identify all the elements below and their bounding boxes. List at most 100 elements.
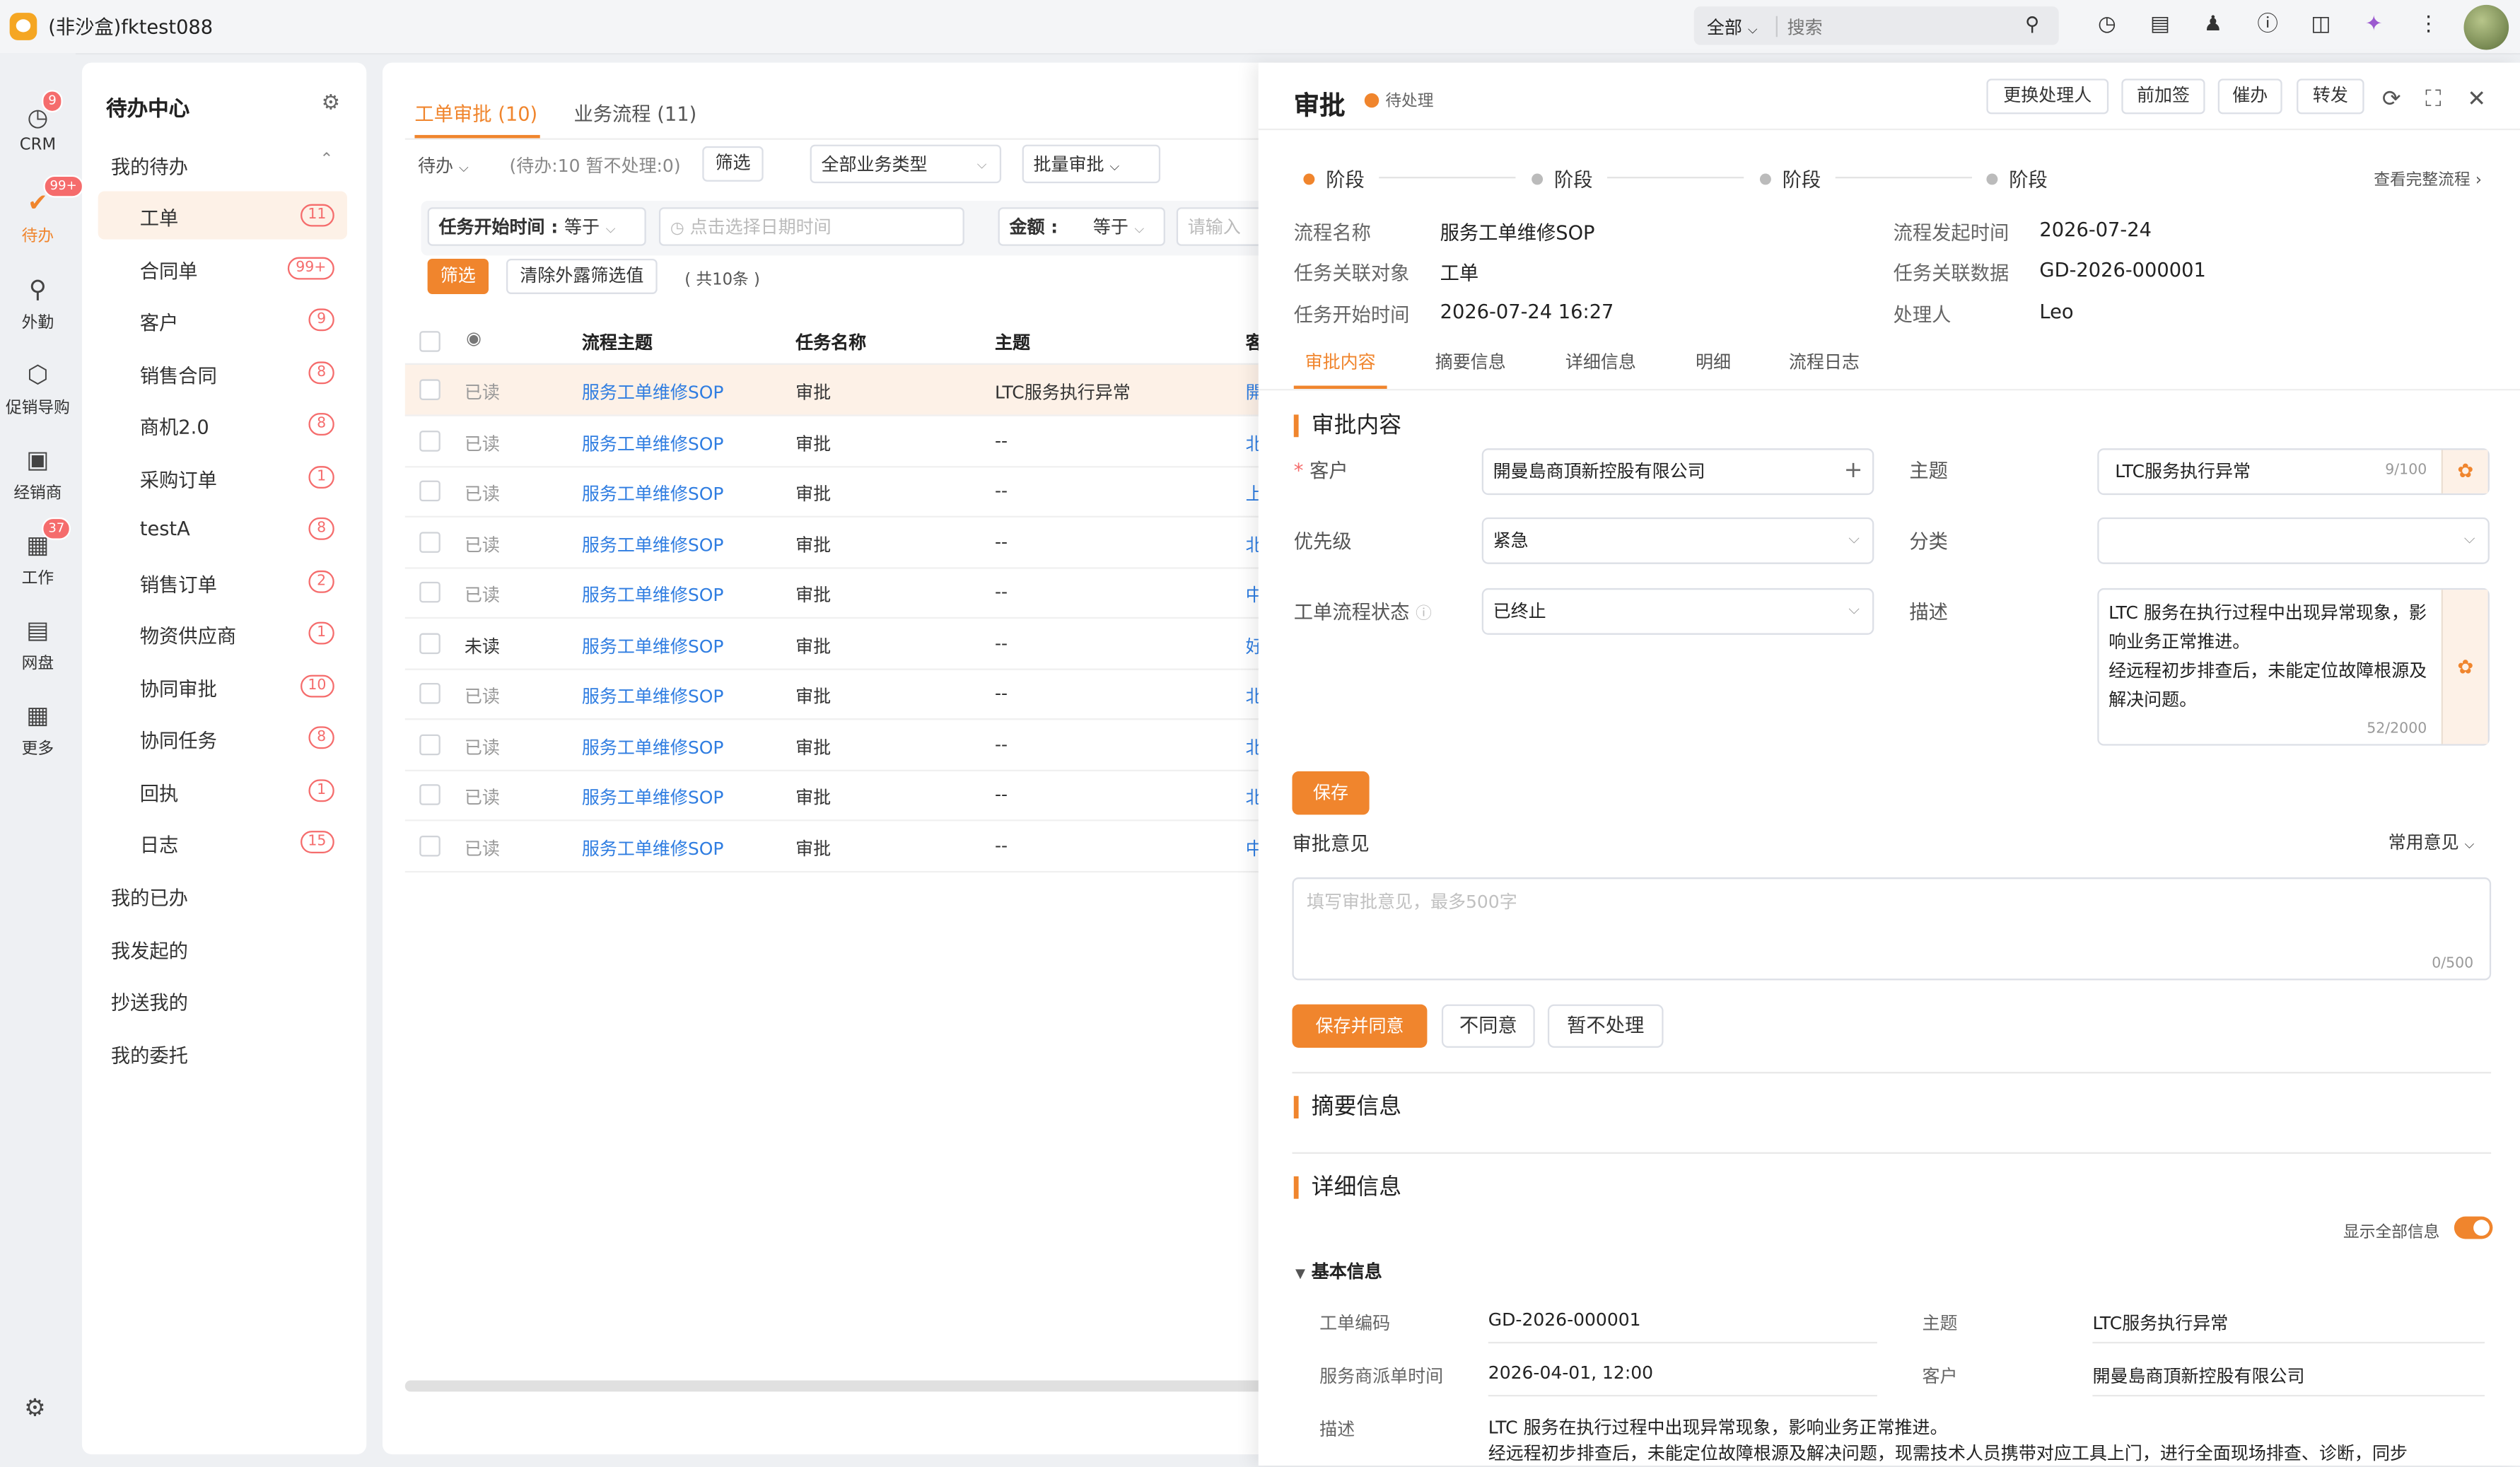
close-icon[interactable]: ✕ bbox=[2464, 87, 2490, 112]
tab-workorder-approval[interactable]: 工单审批 (10) bbox=[414, 100, 537, 127]
todo-item-sales-contract[interactable]: 销售合同 8 bbox=[98, 349, 347, 397]
description-textarea[interactable]: LTC 服务在执行过程中出现异常现象，影 响业务正常推进。 经远程初步排查后，未… bbox=[2097, 588, 2490, 746]
flow-subject-link[interactable]: 服务工单维修SOP bbox=[582, 835, 724, 860]
row-checkbox[interactable] bbox=[419, 430, 441, 451]
history-icon[interactable]: ◷ bbox=[2094, 13, 2120, 38]
refresh-icon[interactable]: ⟳ bbox=[2379, 87, 2404, 112]
row-checkbox[interactable] bbox=[419, 733, 441, 755]
row-checkbox[interactable] bbox=[419, 531, 441, 552]
todo-item-log[interactable]: 日志 15 bbox=[98, 818, 347, 866]
table-row[interactable]: 已读 服务工单维修SOP 审批 -- 上 bbox=[404, 466, 1283, 518]
col-task-name[interactable]: 任务名称 bbox=[795, 329, 866, 355]
contacts-icon[interactable]: ♟ bbox=[2200, 13, 2226, 38]
flow-subject-link[interactable]: 服务工单维修SOP bbox=[582, 582, 724, 607]
more-vertical-icon[interactable]: ⋮ bbox=[2415, 13, 2441, 38]
horizontal-scrollbar[interactable] bbox=[404, 1380, 1273, 1392]
hold-button[interactable]: 暂不处理 bbox=[1547, 1004, 1664, 1048]
row-checkbox[interactable] bbox=[419, 581, 441, 603]
table-row[interactable]: 已读 服务工单维修SOP 审批 -- 北 bbox=[404, 719, 1283, 771]
flow-subject-link[interactable]: 服务工单维修SOP bbox=[582, 683, 724, 708]
table-row[interactable]: 已读 服务工单维修SOP 审批 -- 北 bbox=[404, 416, 1283, 467]
apply-filter-button[interactable]: 筛选 bbox=[427, 258, 489, 294]
common-opinion-dropdown[interactable]: 常用意见 ⌵ bbox=[2388, 829, 2475, 855]
nav-more[interactable]: ▦ 更多 bbox=[0, 697, 76, 774]
todo-item-purchase-order[interactable]: 采购订单 1 bbox=[98, 453, 347, 501]
row-checkbox[interactable] bbox=[419, 683, 441, 704]
row-checkbox[interactable] bbox=[419, 784, 441, 805]
col-subject[interactable]: 主题 bbox=[995, 329, 1030, 355]
fullscreen-icon[interactable]: ⛶ bbox=[2420, 87, 2446, 112]
tab-line-items[interactable]: 明细 bbox=[1696, 349, 1731, 374]
flow-subject-link[interactable]: 服务工单维修SOP bbox=[582, 784, 724, 810]
flow-subject-link[interactable]: 服务工单维修SOP bbox=[582, 379, 724, 404]
todo-item-receipt[interactable]: 回执 1 bbox=[98, 766, 347, 814]
todo-item-collab-task[interactable]: 协同任务 8 bbox=[98, 713, 347, 761]
my-initiated-group[interactable]: 我发起的 bbox=[111, 937, 188, 964]
table-row[interactable]: 已读 服务工单维修SOP 审批 -- 北 bbox=[404, 517, 1283, 568]
select-all-checkbox[interactable] bbox=[419, 331, 441, 352]
user-avatar[interactable] bbox=[2463, 4, 2509, 50]
tab-summary[interactable]: 摘要信息 bbox=[1435, 349, 1506, 374]
todo-item-contract[interactable]: 合同单 99+ bbox=[98, 244, 347, 292]
nav-crm[interactable]: ◷ CRM 9 bbox=[0, 90, 76, 177]
flow-subject-link[interactable]: 服务工单维修SOP bbox=[582, 481, 724, 506]
todo-item-opportunity[interactable]: 商机2.0 8 bbox=[98, 400, 347, 448]
nav-work[interactable]: ▦ 工作 37 bbox=[0, 517, 76, 604]
tab-details[interactable]: 详细信息 bbox=[1565, 349, 1636, 374]
search-input[interactable] bbox=[1784, 13, 2016, 42]
flow-subject-link[interactable]: 服务工单维修SOP bbox=[582, 430, 724, 455]
clear-filter-button[interactable]: 清除外露筛选值 bbox=[506, 258, 658, 294]
save-button[interactable]: 保存 bbox=[1292, 771, 1370, 815]
urge-button[interactable]: 催办 bbox=[2217, 78, 2282, 115]
ai-suggest-icon[interactable]: ✿ bbox=[2441, 590, 2488, 744]
todo-item-testa[interactable]: testA 8 bbox=[98, 505, 347, 553]
plus-icon[interactable]: + bbox=[1844, 450, 1863, 493]
status-select[interactable]: 待办 ⌵ bbox=[418, 153, 469, 178]
nav-todo[interactable]: ✔ 待办 99+ bbox=[0, 175, 83, 262]
todo-item-collab-approval[interactable]: 协同审批 10 bbox=[98, 662, 347, 710]
search-icon[interactable]: ⚲ bbox=[2025, 13, 2039, 35]
cc-me-group[interactable]: 抄送我的 bbox=[111, 988, 188, 1016]
flow-subject-link[interactable]: 服务工单维修SOP bbox=[582, 531, 724, 556]
table-row[interactable]: 未读 服务工单维修SOP 审批 -- 好 bbox=[404, 618, 1283, 670]
table-row[interactable]: 已读 服务工单维修SOP 审批 LTC服务执行异常開 bbox=[404, 364, 1283, 416]
row-checkbox[interactable] bbox=[419, 379, 441, 400]
subject-field[interactable]: LTC服务执行异常 9/100 ✿ bbox=[2097, 448, 2490, 496]
basic-customer-link[interactable]: 開曼島商頂新控股有限公司 bbox=[2092, 1363, 2485, 1397]
flow-subject-link[interactable]: 服务工单维修SOP bbox=[582, 734, 724, 759]
date-time-picker[interactable]: ◷ 点击选择日期时间 bbox=[658, 207, 964, 246]
tab-approval-content[interactable]: 审批内容 bbox=[1305, 349, 1376, 374]
ai-assistant-icon[interactable]: ✦ bbox=[2361, 13, 2386, 38]
amount-filter[interactable]: 金额 : 等于 ⌵ bbox=[998, 207, 1165, 246]
todo-item-customer[interactable]: 客户 9 bbox=[98, 296, 347, 344]
save-and-agree-button[interactable]: 保存并同意 bbox=[1292, 1004, 1428, 1048]
inbox-icon[interactable]: ▤ bbox=[2147, 13, 2173, 38]
pre-sign-button[interactable]: 前加签 bbox=[2121, 78, 2205, 115]
search-scope-select[interactable]: 全部 ⌵ bbox=[1707, 14, 1758, 40]
shop-bag-icon[interactable]: ◫ bbox=[2308, 13, 2333, 38]
my-done-group[interactable]: 我的已办 bbox=[111, 884, 188, 911]
batch-approve-dropdown[interactable]: 批量审批 ⌵ bbox=[1022, 144, 1161, 184]
row-checkbox[interactable] bbox=[419, 834, 441, 856]
start-time-filter[interactable]: 任务开始时间 : 等于 ⌵ bbox=[427, 207, 646, 246]
disagree-button[interactable]: 不同意 bbox=[1441, 1004, 1535, 1048]
my-todo-group[interactable]: 我的待办 bbox=[111, 153, 188, 180]
workorder-status-select[interactable]: 已终止 ⌵ bbox=[1481, 588, 1874, 635]
view-full-flow-link[interactable]: 查看完整流程 › bbox=[2374, 165, 2482, 189]
table-row[interactable]: 已读 服务工单维修SOP 审批 -- 北 bbox=[404, 669, 1283, 720]
business-type-select[interactable]: 全部业务类型 ⌵ bbox=[810, 144, 1002, 184]
tab-business-flow[interactable]: 业务流程 (11) bbox=[573, 100, 696, 127]
category-select[interactable]: ⌵ bbox=[2097, 517, 2490, 564]
todo-item-sales-order[interactable]: 销售订单 2 bbox=[98, 558, 347, 606]
table-row[interactable]: 已读 服务工单维修SOP 审批 -- 中 bbox=[404, 820, 1283, 872]
show-all-toggle[interactable] bbox=[2454, 1216, 2493, 1239]
row-checkbox[interactable] bbox=[419, 480, 441, 502]
nav-disk[interactable]: ▤ 网盘 bbox=[0, 612, 76, 689]
nav-field[interactable]: ⚲ 外勤 bbox=[0, 271, 76, 349]
col-flow-subject[interactable]: 流程主题 bbox=[582, 329, 653, 355]
change-handler-button[interactable]: 更换处理人 bbox=[1986, 78, 2109, 115]
table-row[interactable]: 已读 服务工单维修SOP 审批 -- 中 bbox=[404, 567, 1283, 619]
customer-field[interactable]: 開曼島商頂新控股有限公司 + bbox=[1481, 448, 1874, 496]
approval-opinion-textarea[interactable]: 填写审批意见，最多500字 0/500 bbox=[1292, 877, 2492, 981]
nav-dealer[interactable]: ▣ 经销商 bbox=[0, 442, 76, 519]
